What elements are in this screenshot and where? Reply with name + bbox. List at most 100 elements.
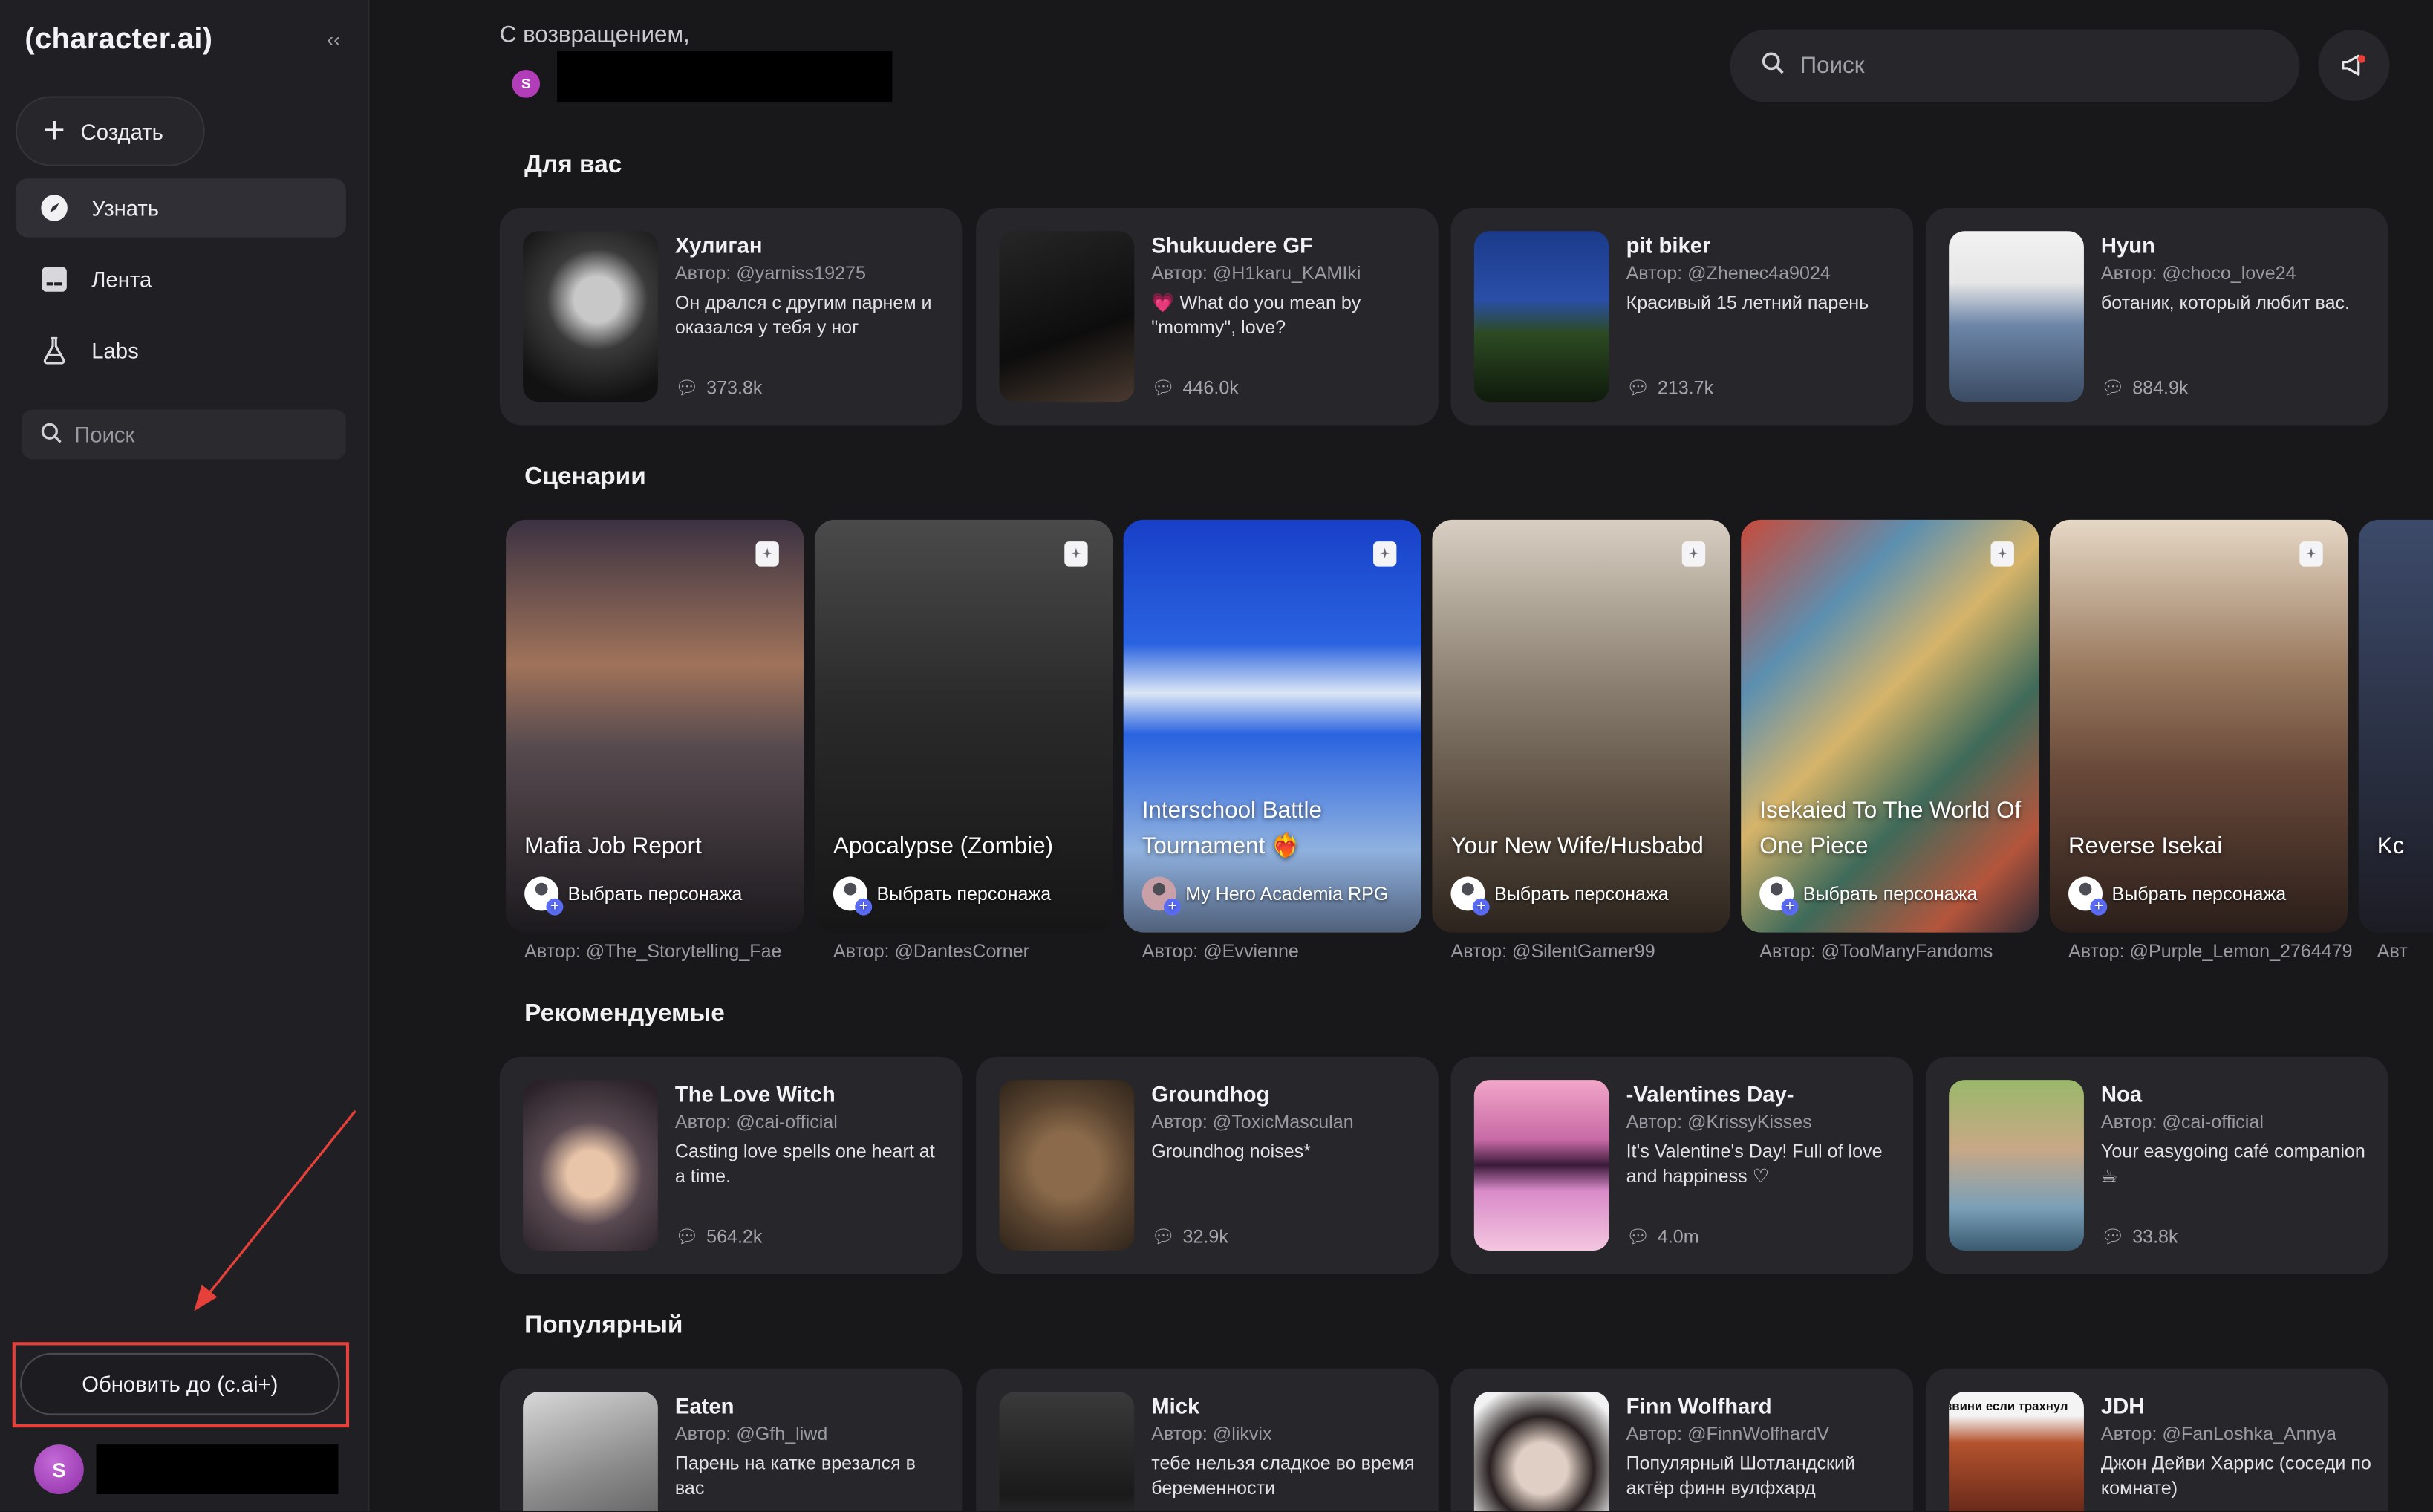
character-card[interactable]: Хулиган Автор: @yarniss19275 Он дрался с… (499, 207, 963, 426)
scenario-title: Reverse Isekai (2068, 832, 2223, 860)
search-placeholder: Поиск (1799, 53, 1865, 79)
chat-bubble-icon: 💬︎ (1626, 1225, 1650, 1248)
pick-character-button[interactable]: Выбрать персонажа (1759, 876, 1977, 916)
add-character-icon (524, 876, 564, 916)
sidebar-item-feed[interactable]: Лента (16, 250, 346, 308)
pick-character-label: Выбрать персонажа (2111, 882, 2287, 905)
character-author[interactable]: Автор: @cai-official (2101, 1111, 2264, 1133)
pick-character-button[interactable]: My Hero Academia RPG (1141, 876, 1388, 916)
character-author[interactable]: Автор: @Gfh_liwd (675, 1423, 828, 1444)
character-card[interactable]: Groundhog Автор: @ToxicMasculan Groundho… (976, 1056, 1439, 1274)
chat-bubble-icon: 💬︎ (674, 377, 699, 399)
chat-count: 💬︎ 446.0k (1151, 377, 1239, 399)
scenario-author[interactable]: Авт (2377, 940, 2433, 962)
upgrade-button[interactable]: Обновить до (c.ai+) (20, 1352, 340, 1415)
scenario-badge-icon (1064, 541, 1088, 567)
compass-icon (39, 192, 70, 224)
character-avatar (523, 1080, 658, 1251)
sidebar-search-placeholder: Поиск (74, 422, 135, 447)
character-author[interactable]: Автор: @yarniss19275 (675, 262, 866, 284)
character-name: Shukuudere GF (1151, 232, 1314, 258)
pick-character-button[interactable]: Выбрать персонажа (524, 876, 742, 916)
create-label: Создать (80, 118, 163, 144)
character-avatar (1473, 231, 1609, 403)
image-caption: звини если трахнул (1949, 1399, 2068, 1414)
character-author[interactable]: Автор: @ToxicMasculan (1151, 1111, 1353, 1133)
character-author[interactable]: Автор: @likvix (1151, 1423, 1271, 1444)
scenario-card[interactable]: Mafia Job Report Выбрать персонажа (506, 519, 804, 933)
sidebar-search-input[interactable]: Поиск (22, 409, 346, 460)
add-character-icon (833, 876, 873, 916)
pick-character-button[interactable]: Выбрать персонажа (1450, 876, 1669, 916)
notifications-button[interactable] (2318, 29, 2390, 101)
character-author[interactable]: Автор: @choco_love24 (2101, 262, 2296, 284)
redacted-username (557, 50, 893, 102)
scenario-author[interactable]: Автор: @Purple_Lemon_2764479 (2068, 940, 2353, 962)
character-name: Finn Wolfhard (1626, 1393, 1772, 1418)
create-button[interactable]: + Создать (15, 96, 205, 166)
character-name: Hyun (2100, 232, 2156, 258)
welcome-text: С возвращением, (499, 22, 690, 48)
character-card[interactable]: Mick Автор: @likvix тебе нельзя сладкое … (976, 1368, 1439, 1511)
scenario-card[interactable]: Apocalypse (Zombie) Выбрать персонажа (814, 519, 1113, 933)
character-card[interactable]: Finn Wolfhard Автор: @FinnWolfhardV Попу… (1450, 1368, 1914, 1511)
character-card[interactable]: Eaten Автор: @Gfh_liwd Парень на катке в… (499, 1368, 963, 1511)
add-character-icon (1759, 876, 1799, 916)
chat-count-value: 884.9k (2132, 377, 2189, 399)
scenario-title: Interschool Battle Tournament ❤️‍🔥 (1141, 797, 1322, 860)
search-icon (1761, 51, 1784, 81)
character-author[interactable]: Автор: @FanLoshka_Annya (2101, 1423, 2336, 1444)
chat-bubble-icon: 💬︎ (1626, 377, 1650, 399)
character-description: Парень на катке врезался в вас (674, 1452, 916, 1499)
character-author[interactable]: Автор: @FinnWolfhardV (1626, 1423, 1829, 1444)
scenario-card[interactable]: Kc (2358, 519, 2433, 933)
character-author[interactable]: Автор: @cai-official (675, 1111, 838, 1133)
scenario-author[interactable]: Автор: @The_Storytelling_Fae (524, 940, 781, 962)
character-card[interactable]: The Love Witch Автор: @cai-official Cast… (499, 1056, 963, 1274)
scenario-card[interactable]: Reverse Isekai Выбрать персонажа (2049, 519, 2348, 933)
sidebar-item-labs[interactable]: Labs (16, 321, 346, 379)
sidebar-item-discover[interactable]: Узнать (15, 178, 346, 238)
character-name: Хулиган (674, 232, 763, 258)
scenario-author[interactable]: Автор: @DantesCorner (833, 940, 1029, 962)
character-description: Красивый 15 летний парень (1626, 291, 1869, 314)
chat-count-value: 32.9k (1182, 1225, 1228, 1248)
character-card[interactable]: Noa Автор: @cai-official Your easygoing … (1925, 1056, 2388, 1274)
character-author[interactable]: Автор: @Zhenec4a9024 (1626, 262, 1831, 284)
user-avatar[interactable]: S (33, 1444, 84, 1494)
app-logo[interactable]: (character.ai) (25, 23, 212, 57)
feed-icon (39, 264, 70, 295)
character-card[interactable]: pit biker Автор: @Zhenec4a9024 Красивый … (1450, 207, 1914, 426)
character-card[interactable]: Hyun Автор: @choco_love24 ботаник, котор… (1925, 207, 2388, 426)
chat-count: 💬︎ 884.9k (2101, 377, 2189, 399)
scenario-card[interactable]: Your New Wife/Husbabd Выбрать персонажа (1432, 519, 1730, 933)
character-name: -Valentines Day- (1626, 1081, 1794, 1107)
character-card[interactable]: звини если трахнул JDH Автор: @FanLoshka… (1925, 1368, 2388, 1511)
scenario-author[interactable]: Автор: @Evvienne (1142, 940, 1299, 962)
pick-character-button[interactable]: Выбрать персонажа (833, 876, 1051, 916)
scenario-badge-icon (755, 541, 779, 567)
scenario-author[interactable]: Автор: @TooManyFandoms (1759, 940, 1993, 962)
chat-count: 💬︎ 32.9k (1151, 1226, 1228, 1248)
chat-bubble-icon: 💬︎ (674, 1225, 699, 1248)
chat-count-value: 373.8k (706, 377, 763, 399)
collapse-sidebar-icon[interactable]: ‹‹ (319, 27, 348, 55)
character-description: It's Valentine's Day! Full of love and h… (1626, 1140, 1883, 1187)
character-author[interactable]: Автор: @H1karu_KAMIki (1151, 262, 1361, 284)
scenario-badge-icon (1373, 541, 1397, 567)
search-input[interactable]: Поиск (1730, 29, 2300, 102)
character-avatar (999, 1080, 1135, 1251)
scenario-author[interactable]: Автор: @SilentGamer99 (1450, 940, 1655, 962)
scenario-card[interactable]: Isekaied To The World Of One Piece Выбра… (1741, 519, 2039, 933)
scenario-badge-icon (1990, 541, 2014, 567)
character-card[interactable]: -Valentines Day- Автор: @KrissyKisses It… (1450, 1056, 1914, 1274)
chat-count-value: 4.0m (1657, 1225, 1699, 1248)
chat-bubble-icon: 💬︎ (1151, 377, 1176, 399)
character-author[interactable]: Автор: @KrissyKisses (1626, 1111, 1812, 1133)
chat-count: 💬︎ 4.0m (1626, 1226, 1699, 1248)
character-description: тебе нельзя сладкое во время беременност… (1151, 1452, 1415, 1499)
pick-character-button[interactable]: Выбрать персонажа (2068, 876, 2287, 916)
sidebar-item-label: Лента (91, 267, 152, 292)
scenario-card[interactable]: Interschool Battle Tournament ❤️‍🔥 My He… (1123, 519, 1421, 933)
character-card[interactable]: Shukuudere GF Автор: @H1karu_KAMIki 💗 Wh… (976, 207, 1439, 426)
